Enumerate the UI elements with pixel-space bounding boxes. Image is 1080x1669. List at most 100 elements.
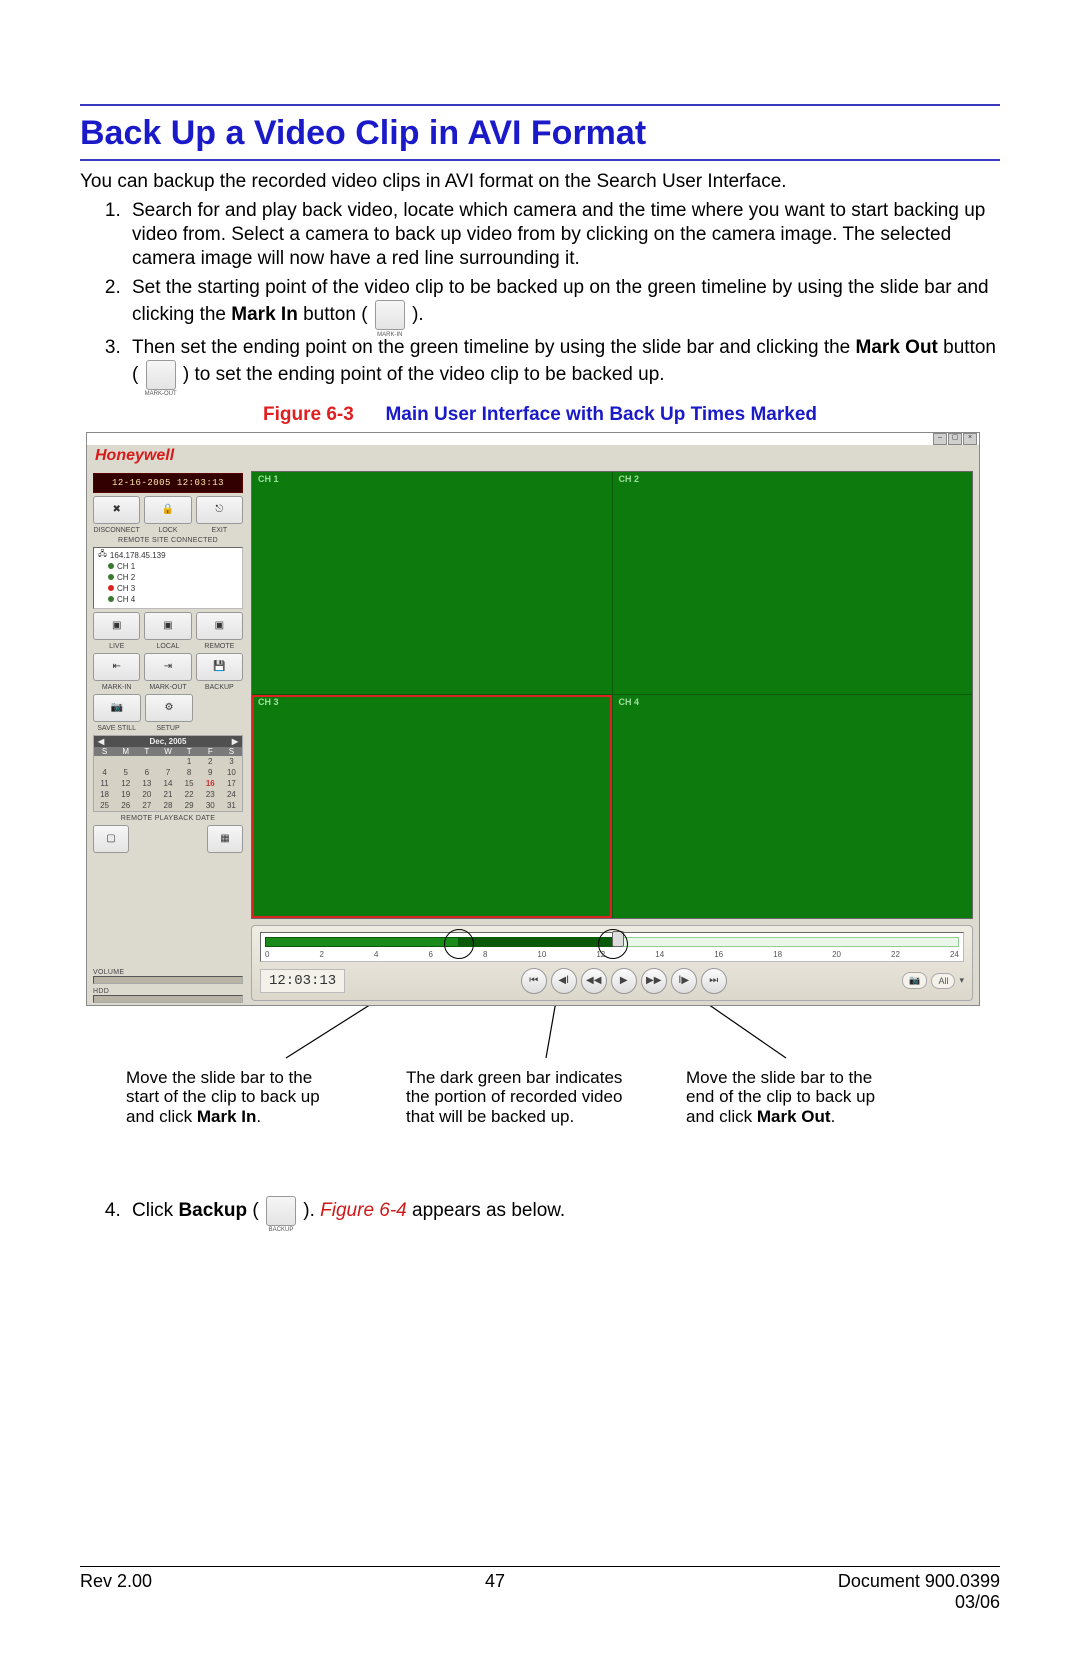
- cal-next-button[interactable]: ▶: [232, 737, 238, 746]
- footer-rev: Rev 2.00: [80, 1571, 152, 1613]
- tree-ch2[interactable]: CH 2: [117, 573, 135, 582]
- goto-start-button[interactable]: ⏮: [521, 968, 547, 994]
- cal-day[interactable]: 29: [179, 800, 200, 811]
- figure-text: Main User Interface with Back Up Times M…: [385, 404, 817, 425]
- app-window: – ▢ × Honeywell 12-16-2005 12:03:13 ✖ 🔒 …: [86, 432, 980, 1006]
- local-button[interactable]: ▣: [144, 612, 191, 640]
- cal-day-grid[interactable]: 1234567891011121314151617181920212223242…: [94, 756, 242, 811]
- dropdown-icon[interactable]: ▾: [959, 975, 964, 986]
- cal-day[interactable]: 24: [221, 789, 242, 800]
- volume-slider[interactable]: [93, 976, 243, 984]
- step-1: Search for and play back video, locate w…: [126, 199, 1000, 270]
- pb-quad-button[interactable]: ▦: [207, 825, 243, 853]
- cal-day[interactable]: 16: [200, 778, 221, 789]
- markout-label: MARK-OUT: [144, 684, 191, 691]
- goto-end-button[interactable]: ⏭: [701, 968, 727, 994]
- cal-day[interactable]: 17: [221, 778, 242, 789]
- step-forward-button[interactable]: Ⅰ▶: [671, 968, 697, 994]
- icon-label: MARK-IN: [372, 332, 408, 340]
- tree-ch3[interactable]: CH 3: [117, 584, 135, 593]
- live-button[interactable]: ▣: [93, 612, 140, 640]
- cal-day[interactable]: 28: [157, 800, 178, 811]
- camera-pane-2[interactable]: CH 2: [613, 472, 973, 695]
- tree-ch4[interactable]: CH 4: [117, 595, 135, 604]
- play-button[interactable]: ▶: [611, 968, 637, 994]
- cal-day: [157, 756, 178, 767]
- cal-day[interactable]: 9: [200, 767, 221, 778]
- cal-day[interactable]: 27: [136, 800, 157, 811]
- maximize-button[interactable]: ▢: [948, 433, 962, 445]
- camera-icon: [108, 585, 114, 591]
- cal-day[interactable]: 7: [157, 767, 178, 778]
- cal-day[interactable]: 8: [179, 767, 200, 778]
- cal-day[interactable]: 14: [157, 778, 178, 789]
- camera-pane-3[interactable]: CH 3: [252, 695, 612, 918]
- dow: S: [221, 747, 242, 756]
- cal-day[interactable]: 4: [94, 767, 115, 778]
- camera-filter-value[interactable]: All: [931, 973, 955, 989]
- camera-pane-1[interactable]: CH 1: [252, 472, 612, 695]
- cal-day[interactable]: 26: [115, 800, 136, 811]
- hdd-meter: [93, 995, 243, 1003]
- figure-screenshot: – ▢ × Honeywell 12-16-2005 12:03:13 ✖ 🔒 …: [86, 432, 996, 1098]
- cal-day[interactable]: 2: [200, 756, 221, 767]
- save-still-button[interactable]: 📷: [93, 694, 141, 722]
- exit-button[interactable]: ⎋: [196, 496, 243, 524]
- cal-day[interactable]: 6: [136, 767, 157, 778]
- cal-day[interactable]: 3: [221, 756, 242, 767]
- ann-bold: Mark Out: [757, 1107, 831, 1126]
- tree-ch1[interactable]: CH 1: [117, 562, 135, 571]
- cal-day[interactable]: 1: [179, 756, 200, 767]
- camera-filter-icon[interactable]: 📷: [902, 972, 927, 989]
- folder-icon: 🖧: [98, 548, 107, 562]
- cal-day[interactable]: 19: [115, 789, 136, 800]
- markin-label: MARK-IN: [93, 684, 140, 691]
- cal-prev-button[interactable]: ◀: [98, 737, 104, 746]
- step-3-bold: Mark Out: [856, 337, 938, 358]
- cal-day[interactable]: 21: [157, 789, 178, 800]
- step-back-button[interactable]: ◀Ⅰ: [551, 968, 577, 994]
- camera-tree[interactable]: 🖧164.178.45.139 CH 1 CH 2 CH 3 CH 4: [93, 547, 243, 609]
- disconnect-button[interactable]: ✖: [93, 496, 140, 524]
- cal-day[interactable]: 10: [221, 767, 242, 778]
- step-2-text-b: button (: [303, 304, 373, 325]
- cal-day[interactable]: 18: [94, 789, 115, 800]
- step-2-text-c: ).: [412, 304, 424, 325]
- lock-button[interactable]: 🔒: [144, 496, 191, 524]
- top-button-row: ✖ 🔒 ⎋: [93, 496, 243, 524]
- cal-day[interactable]: 22: [179, 789, 200, 800]
- icon-label: MARK-OUT: [143, 391, 179, 399]
- backup-button[interactable]: 💾: [196, 653, 243, 681]
- cal-day[interactable]: 15: [179, 778, 200, 789]
- cal-day[interactable]: 11: [94, 778, 115, 789]
- rewind-button[interactable]: ◀◀: [581, 968, 607, 994]
- close-button[interactable]: ×: [963, 433, 977, 445]
- calendar[interactable]: ◀ Dec, 2005 ▶ S M T W T F S: [93, 735, 243, 812]
- minimize-button[interactable]: –: [933, 433, 947, 445]
- ann-line: Move the slide bar to the: [126, 1068, 312, 1087]
- cal-day[interactable]: 12: [115, 778, 136, 789]
- step-4-bold: Backup: [178, 1200, 247, 1221]
- markin-button[interactable]: ⇤: [93, 653, 140, 681]
- markout-button[interactable]: ⇥: [144, 653, 191, 681]
- camera-pane-4[interactable]: CH 4: [613, 695, 973, 918]
- setup-label: SETUP: [144, 725, 191, 732]
- cal-day[interactable]: 5: [115, 767, 136, 778]
- annotation-1: Move the slide bar to the start of the c…: [126, 1068, 376, 1127]
- cal-day[interactable]: 20: [136, 789, 157, 800]
- cal-day[interactable]: 13: [136, 778, 157, 789]
- lock-label: LOCK: [144, 527, 191, 534]
- ann-line: start of the clip to back up: [126, 1087, 320, 1106]
- cal-day[interactable]: 23: [200, 789, 221, 800]
- timeline[interactable]: 0 2 4 6 8 10 12 14 16 18 20: [260, 932, 964, 962]
- remote-button[interactable]: ▣: [196, 612, 243, 640]
- annotation-2: The dark green bar indicates the portion…: [406, 1068, 656, 1127]
- pb-single-button[interactable]: ▢: [93, 825, 129, 853]
- fast-forward-button[interactable]: ▶▶: [641, 968, 667, 994]
- tick: 4: [374, 950, 378, 959]
- dow: M: [115, 747, 136, 756]
- cal-day[interactable]: 31: [221, 800, 242, 811]
- cal-day[interactable]: 30: [200, 800, 221, 811]
- setup-button[interactable]: ⚙: [145, 694, 193, 722]
- cal-day[interactable]: 25: [94, 800, 115, 811]
